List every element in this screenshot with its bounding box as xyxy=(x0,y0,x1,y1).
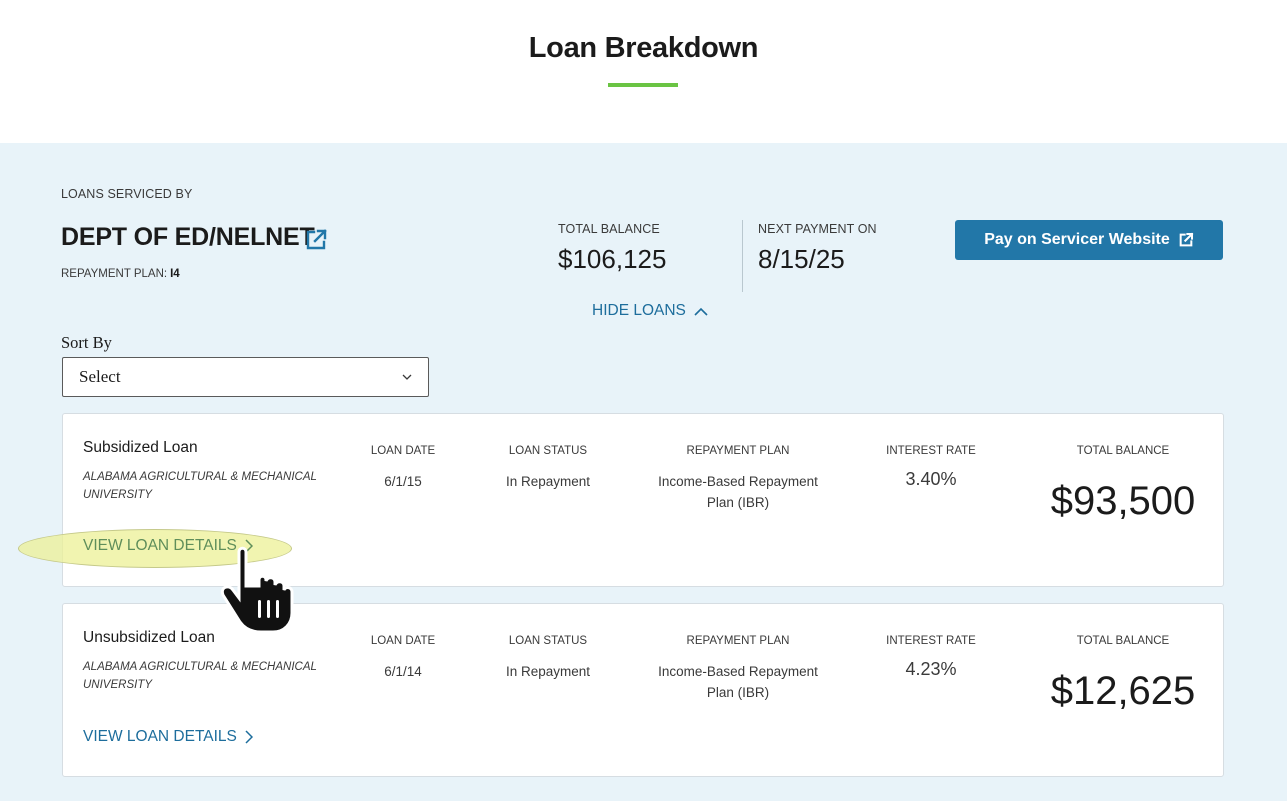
loan-date-value: 6/1/14 xyxy=(384,664,422,679)
interest-rate-column: INTEREST RATE 4.23% xyxy=(871,635,991,680)
loan-status-label: LOAN STATUS xyxy=(508,635,588,647)
repayment-plan-text: Income-Based Repayment Plan (IBR) xyxy=(658,664,818,700)
interest-rate-value: 4.23% xyxy=(905,659,957,679)
loan-school: ALABAMA AGRICULTURAL & MECHANICAL UNIVER… xyxy=(83,471,317,501)
loan-date-column: LOAN DATE 6/1/14 xyxy=(353,635,453,682)
loan-status-value: In Repayment xyxy=(505,664,591,679)
loan-type: Subsidized Loan xyxy=(83,439,198,456)
summary-divider xyxy=(742,220,743,292)
loan-status-value: In Repayment xyxy=(505,474,591,489)
view-loan-details-label: VIEW LOAN DETAILS xyxy=(83,537,237,554)
loan-date-label: LOAN DATE xyxy=(370,635,436,647)
loan-balance-value: $93,500 xyxy=(1050,479,1196,523)
chevron-right-icon xyxy=(245,730,253,744)
repayment-plan-line: REPAYMENT PLAN: I4 xyxy=(61,268,180,280)
view-loan-details-link[interactable]: VIEW LOAN DETAILS xyxy=(83,728,253,746)
loan-date-value: 6/1/15 xyxy=(384,474,422,489)
title-underline xyxy=(608,83,678,87)
hide-loans-toggle[interactable]: HIDE LOANS xyxy=(592,302,708,320)
next-payment-value: 8/15/25 xyxy=(758,244,845,274)
loan-balance-column: TOTAL BALANCE $93,500 xyxy=(1043,445,1203,523)
repayment-plan-column: REPAYMENT PLAN Income-Based Repayment Pl… xyxy=(653,635,823,703)
loan-balance-value: $12,625 xyxy=(1050,669,1196,713)
total-balance-value: $106,125 xyxy=(558,244,667,274)
loan-school: ALABAMA AGRICULTURAL & MECHANICAL UNIVER… xyxy=(83,661,317,691)
pay-button-label: Pay on Servicer Website xyxy=(984,231,1170,248)
loan-balance-label: TOTAL BALANCE xyxy=(1076,635,1170,647)
pay-on-servicer-button[interactable]: Pay on Servicer Website xyxy=(955,220,1223,260)
hand-pointer-icon xyxy=(220,546,294,634)
loan-balance-column: TOTAL BALANCE $12,625 xyxy=(1043,635,1203,713)
external-link-icon[interactable] xyxy=(304,228,328,252)
repayment-plan-column: REPAYMENT PLAN Income-Based Repayment Pl… xyxy=(653,445,823,513)
repayment-plan-header: REPAYMENT PLAN xyxy=(686,635,790,647)
chevron-down-icon xyxy=(402,374,412,380)
loan-status-column: LOAN STATUS In Repayment xyxy=(493,635,603,682)
sort-by-label: Sort By xyxy=(61,333,112,352)
sort-by-select[interactable]: Select xyxy=(62,357,429,397)
page-title: Loan Breakdown xyxy=(528,32,759,64)
external-link-icon xyxy=(1179,232,1194,247)
interest-rate-label: INTEREST RATE xyxy=(886,635,976,647)
loan-date-column: LOAN DATE 6/1/15 xyxy=(353,445,453,492)
loan-status-column: LOAN STATUS In Repayment xyxy=(493,445,603,492)
total-balance-label: TOTAL BALANCE xyxy=(558,222,660,236)
loan-balance-label: TOTAL BALANCE xyxy=(1076,445,1170,457)
loan-date-label: LOAN DATE xyxy=(370,445,436,457)
view-loan-details-label: VIEW LOAN DETAILS xyxy=(83,728,237,745)
repayment-plan-value: I4 xyxy=(170,268,180,280)
interest-rate-column: INTEREST RATE 3.40% xyxy=(871,445,991,490)
interest-rate-value: 3.40% xyxy=(905,469,957,489)
sort-selected-value: Select xyxy=(79,367,121,386)
serviced-by-label: LOANS SERVICED BY xyxy=(61,187,193,201)
repayment-plan-text: Income-Based Repayment Plan (IBR) xyxy=(658,474,818,510)
loan-type: Unsubsidized Loan xyxy=(83,629,215,646)
loan-status-label: LOAN STATUS xyxy=(508,445,588,457)
repayment-plan-label: REPAYMENT PLAN: xyxy=(61,268,168,280)
next-payment-label: NEXT PAYMENT ON xyxy=(758,222,877,236)
page-header: Loan Breakdown xyxy=(0,0,1287,143)
repayment-plan-header: REPAYMENT PLAN xyxy=(686,445,790,457)
servicer-name: DEPT OF ED/NELNET xyxy=(61,223,315,251)
interest-rate-label: INTEREST RATE xyxy=(886,445,976,457)
hide-loans-label: HIDE LOANS xyxy=(592,302,686,319)
chevron-up-icon xyxy=(694,307,708,316)
